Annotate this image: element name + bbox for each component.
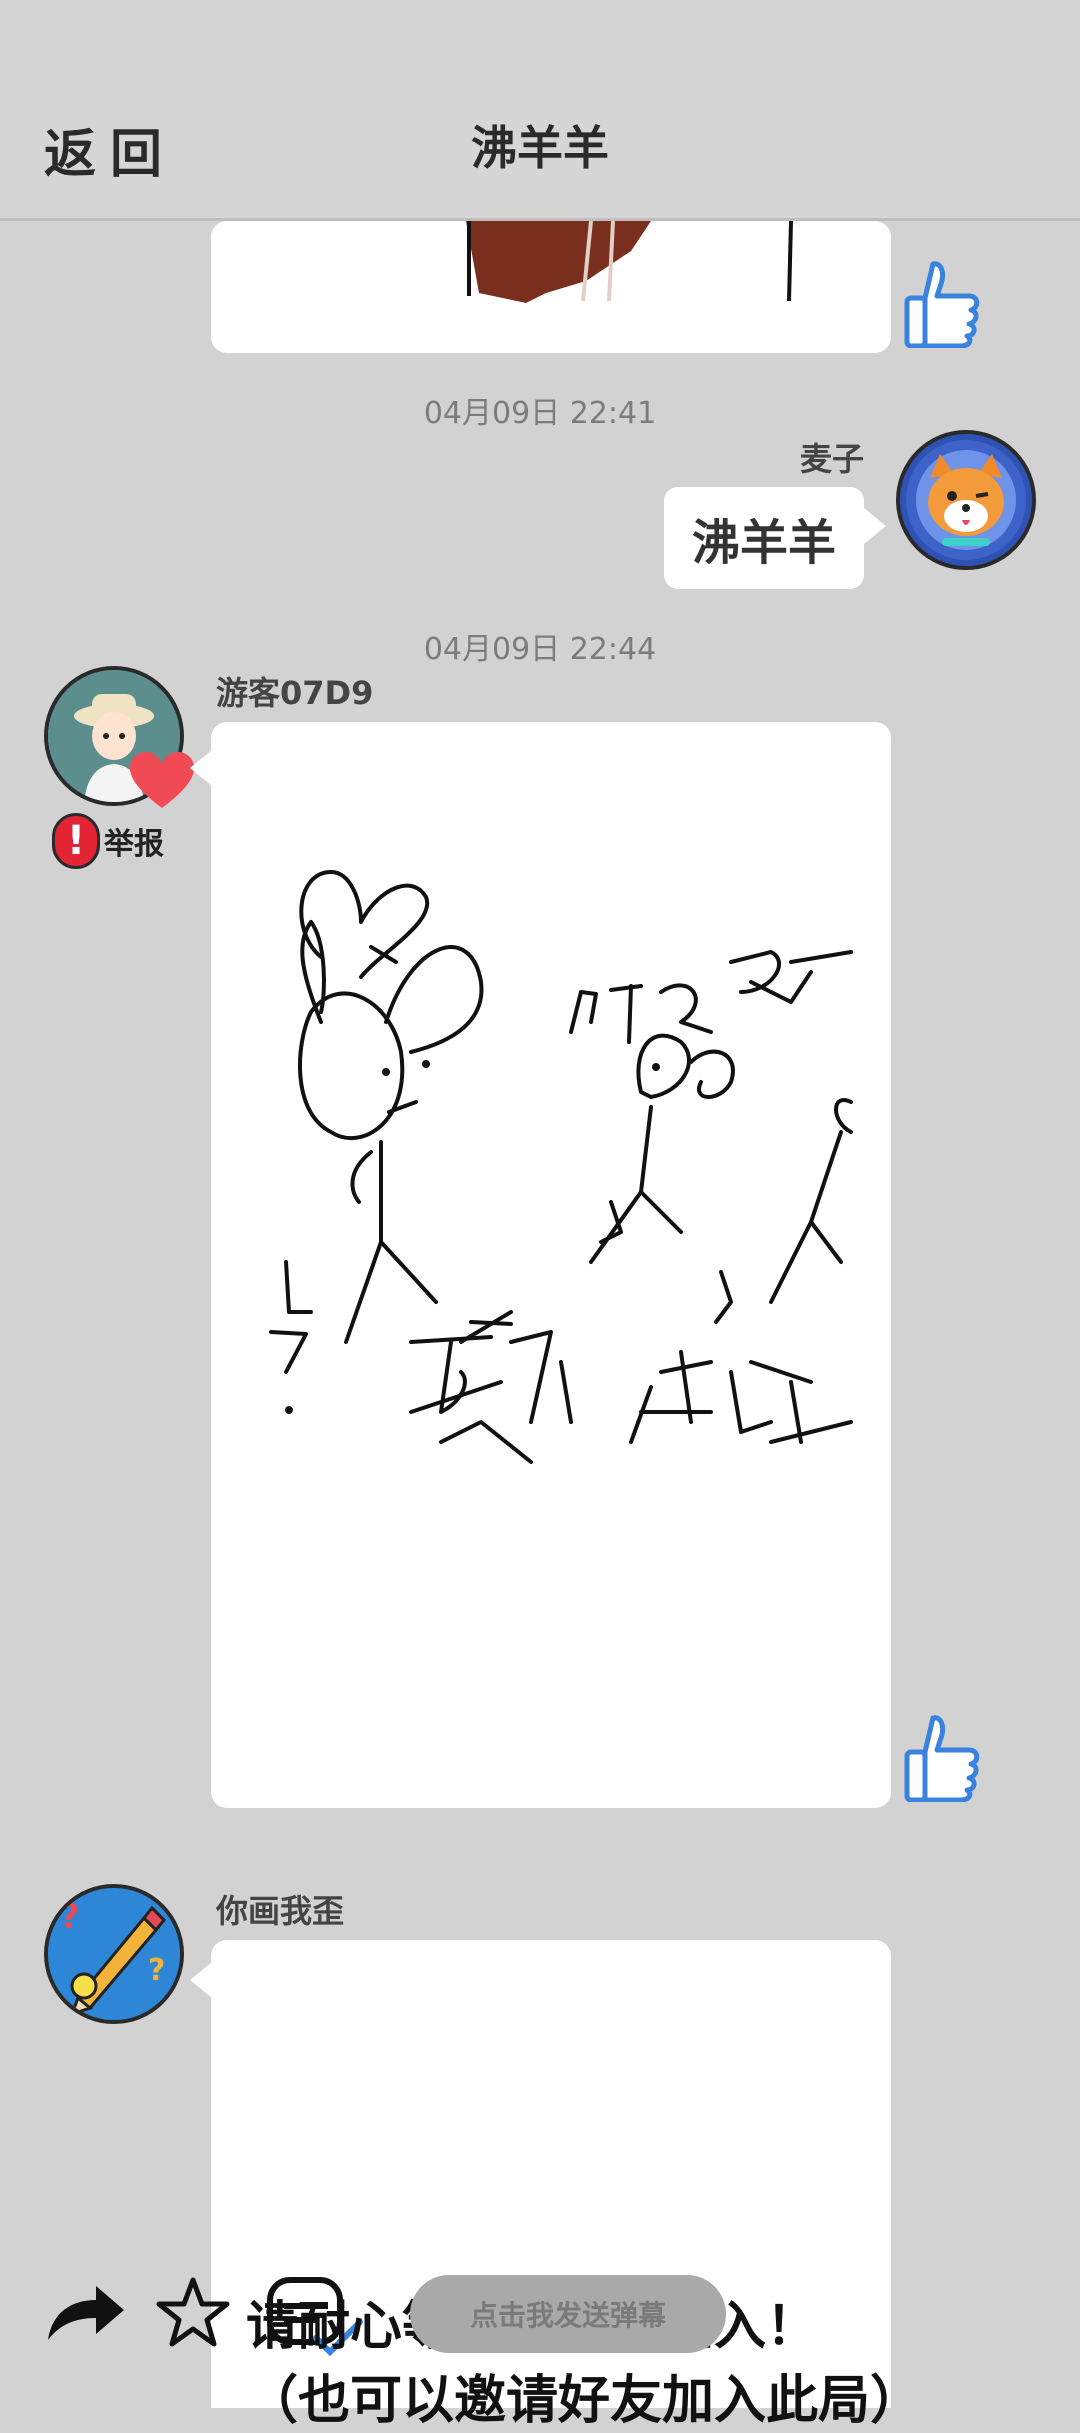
bubble-tail <box>864 508 886 544</box>
sent-message-bubble[interactable]: 沸羊羊 <box>664 487 864 589</box>
drawing-card-top[interactable] <box>211 220 891 353</box>
heart-icon <box>128 750 196 814</box>
thumbs-up-icon[interactable] <box>903 258 983 348</box>
svg-text:?: ? <box>60 1897 80 1937</box>
drawing-canvas <box>269 870 853 1464</box>
sender-name: 麦子 <box>800 440 865 478</box>
send-danmaku-button[interactable]: 点击我发送弹幕 <box>410 2275 726 2353</box>
svg-text:?: ? <box>148 1953 165 1988</box>
invite-message: （也可以邀请好友加入此局） <box>246 2371 923 2431</box>
drawing-canvas <box>466 220 793 303</box>
report-label: 举报 <box>104 827 164 862</box>
sender-name: 游客07D9 <box>216 674 374 712</box>
avatar[interactable] <box>896 430 1036 570</box>
bubble-tail <box>190 1962 212 1998</box>
star-icon[interactable] <box>156 2276 230 2348</box>
report-button[interactable]: ! 举报 <box>52 813 164 869</box>
timestamp: 04月09日 22:41 <box>423 396 657 431</box>
sender-name: 你画我歪 <box>216 1892 345 1930</box>
exclamation-icon: ! <box>52 813 100 869</box>
pencil-avatar-icon: ? ? <box>48 1888 180 2020</box>
top-bar <box>0 0 1080 221</box>
drawing-card[interactable] <box>211 722 891 1808</box>
page-title: 沸羊羊 <box>471 121 609 175</box>
share-arrow-icon[interactable] <box>44 2282 126 2344</box>
timestamp: 04月09日 22:44 <box>423 632 657 667</box>
dog-avatar-icon <box>906 440 1026 560</box>
bubble-tail <box>190 750 212 786</box>
thumbs-up-icon[interactable] <box>903 1712 983 1802</box>
avatar[interactable]: ? ? <box>44 1884 184 2024</box>
